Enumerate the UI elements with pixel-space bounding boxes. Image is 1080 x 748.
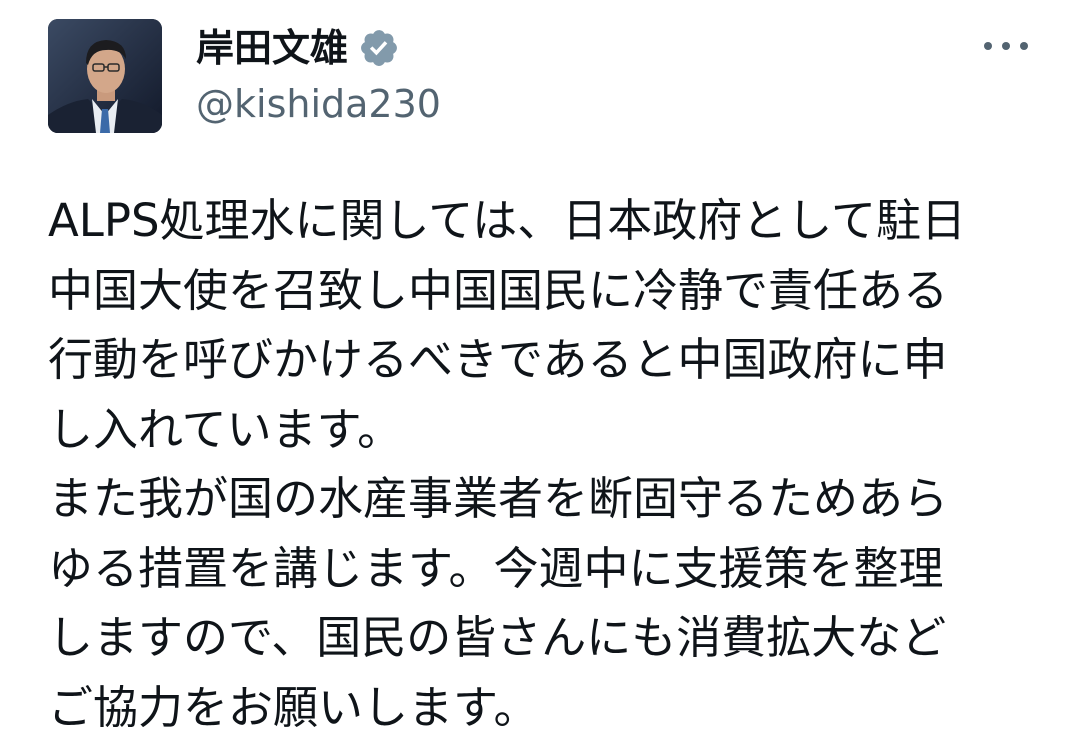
tweet-text-line: ご協力をお願いします。	[48, 680, 539, 734]
more-horizontal-icon	[984, 42, 1028, 50]
verified-badge-icon	[358, 27, 400, 69]
tweet-text-line: し入れています。	[48, 402, 403, 456]
avatar[interactable]	[48, 19, 162, 133]
author-row: 岸田文雄	[196, 22, 400, 74]
tweet-text-line: 中国大使を召致し中国国民に冷静で責任ある	[48, 263, 949, 317]
more-options-button[interactable]	[984, 28, 1028, 64]
tweet-text-line: また我が国の水産事業者を断固守るためあら	[48, 472, 949, 525]
tweet-text-line: ゆる措置を講じます。今週中に支援策を整理	[48, 541, 944, 595]
tweet-text-line: ALPS処理水に関しては、日本政府として駐日	[48, 194, 966, 247]
tweet-text: ALPS処理水に関しては、日本政府として駐日 中国大使を召致し中国国民に冷静で責…	[48, 186, 1038, 742]
tweet-text-line: 行動を呼びかけるべきであると中国政府に申	[48, 333, 948, 386]
author-handle[interactable]: @kishida230	[196, 78, 441, 130]
avatar-image	[48, 19, 162, 133]
display-name[interactable]: 岸田文雄	[196, 22, 348, 74]
tweet: 岸田文雄 @kishida230 ALPS処理水に関しては、日本政府として駐日 …	[0, 0, 1080, 748]
tweet-text-line: しますので、国民の皆さんにも消費拡大など	[48, 611, 947, 664]
